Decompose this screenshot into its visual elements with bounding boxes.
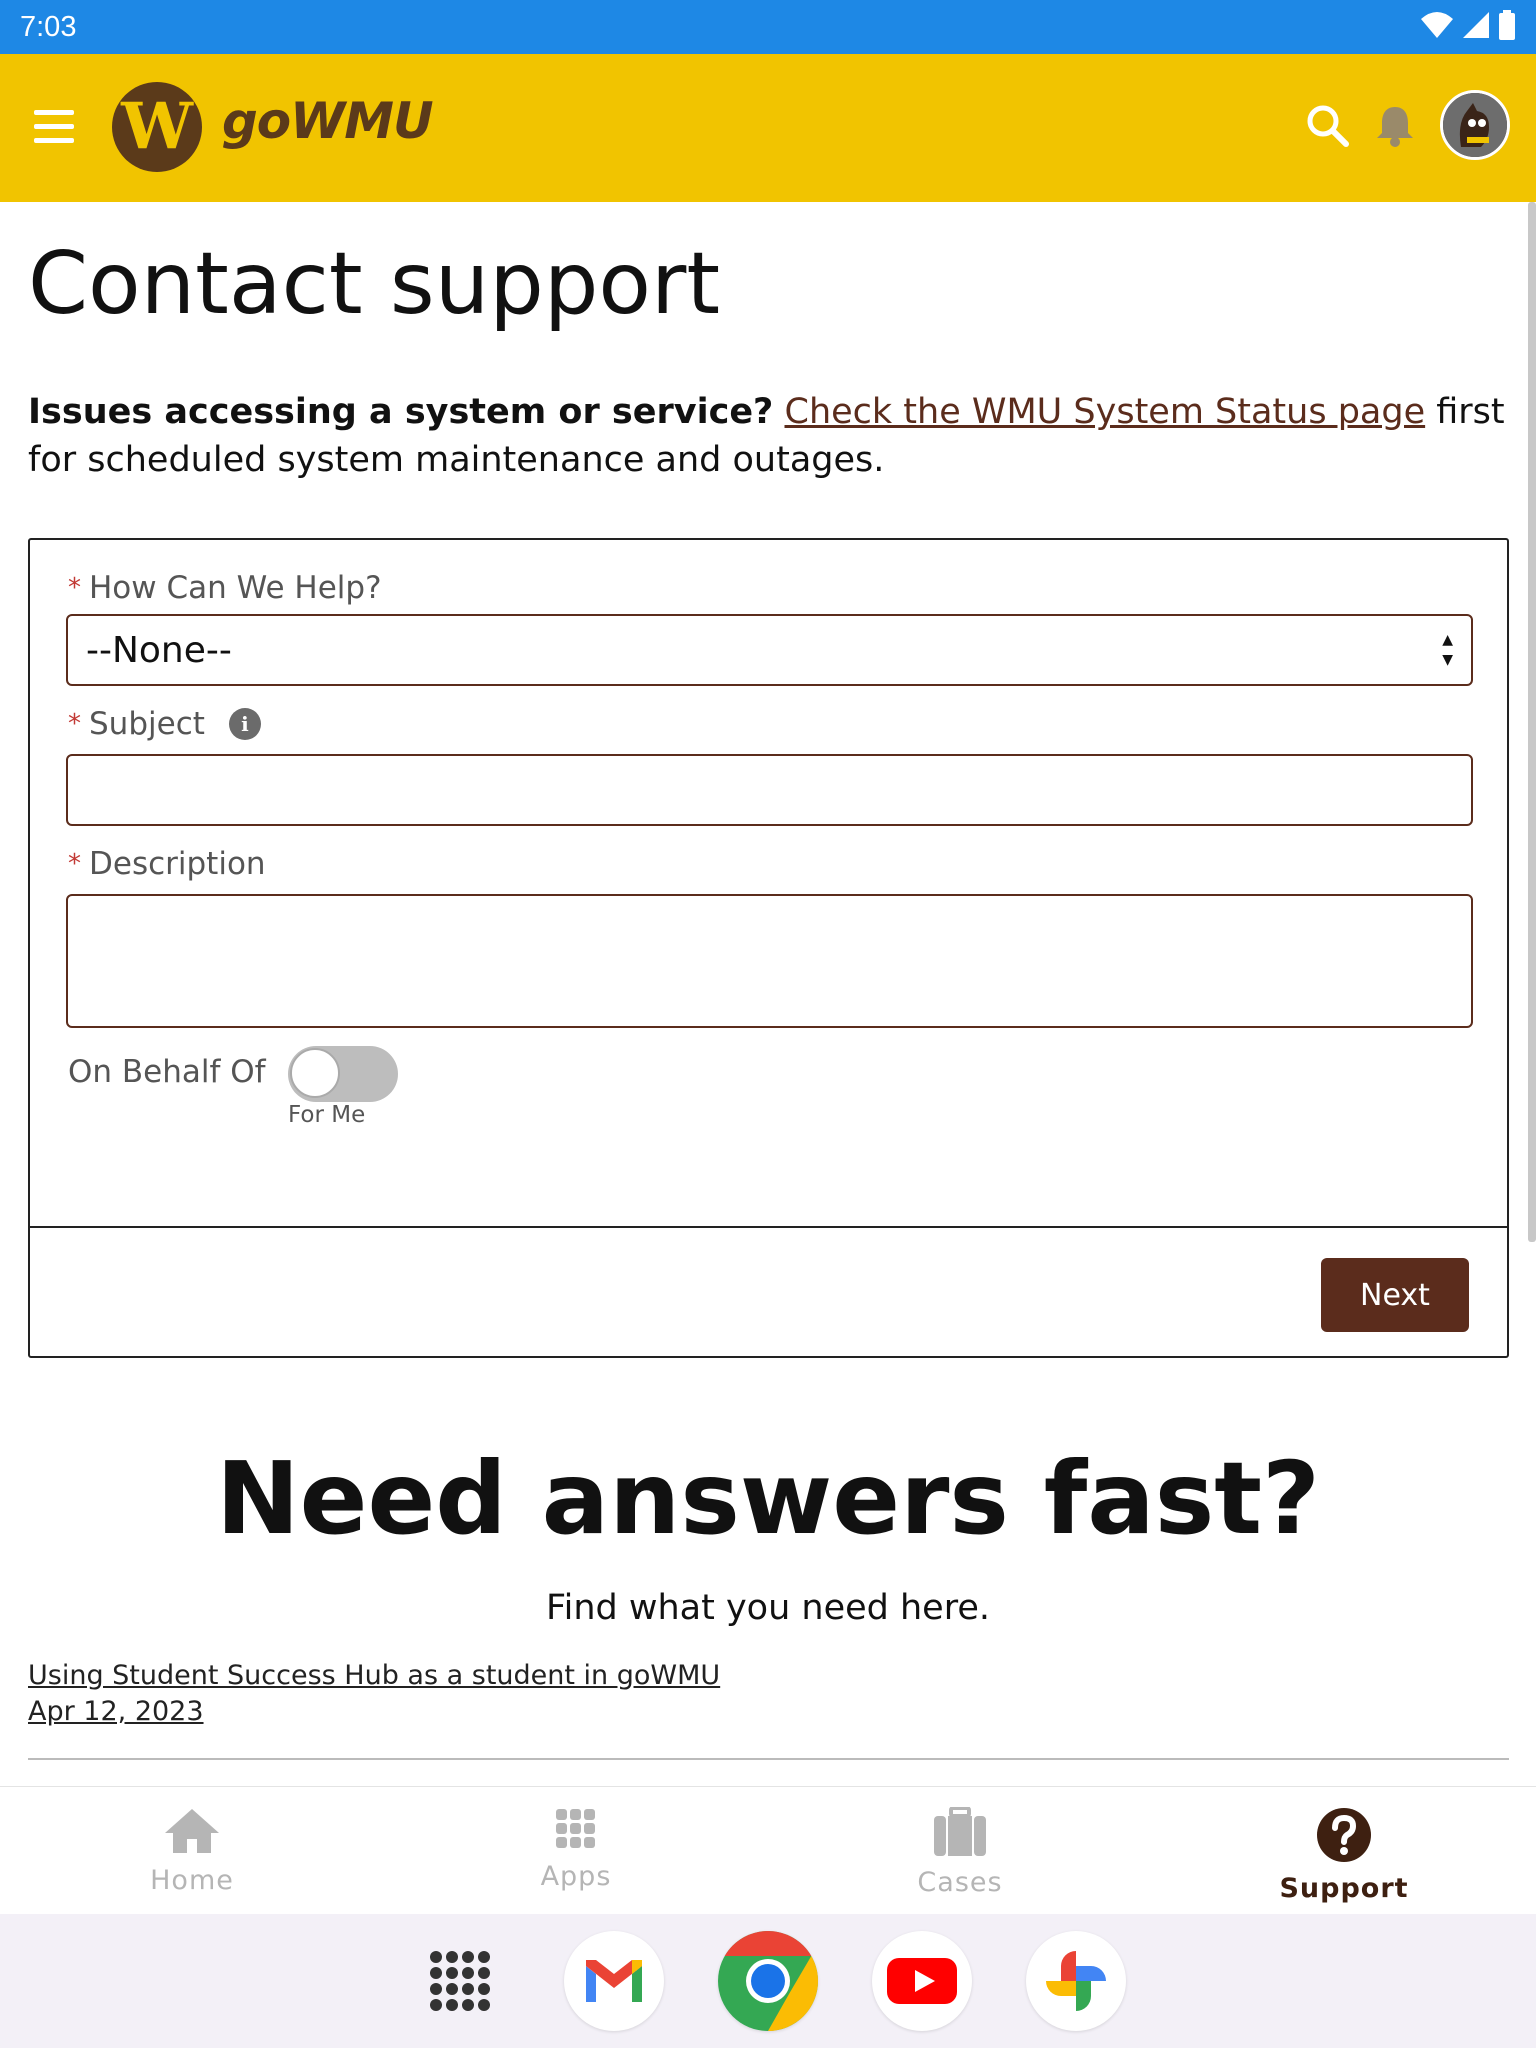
wmu-logo[interactable]: W [112,82,202,172]
required-marker: * [68,849,81,879]
description-field-label: * Description [68,846,266,882]
hamburger-menu-icon[interactable] [34,110,74,144]
app-header: W goWMU [0,54,1536,202]
intro-text: Issues accessing a system or service? Ch… [28,388,1508,484]
article-link[interactable]: Using Student Success Hub as a student i… [28,1660,720,1691]
main-content: Contact support Issues accessing a syste… [0,202,1526,1786]
contact-form: * How Can We Help? --None-- ▲ ▼ * Subject… [28,538,1509,1358]
subject-field-label: * Subject i [68,706,261,742]
help-circle-icon [1316,1807,1372,1867]
bottom-tab-bar: Home Apps Cases Support [0,1786,1536,1914]
tab-label: Home [150,1865,234,1896]
status-icons [1420,10,1516,44]
answers-title: Need answers fast? [215,1440,1321,1557]
search-icon[interactable] [1304,102,1350,148]
toggle-knob [290,1048,340,1098]
system-status-link[interactable]: Check the WMU System Status page [785,392,1426,432]
select-arrows-icon: ▲ ▼ [1442,632,1453,668]
status-time: 7:03 [20,10,77,43]
page-title: Contact support [28,234,721,334]
logo-letter: W [121,89,193,164]
briefcase-icon [932,1806,988,1861]
tab-label: Apps [540,1861,612,1892]
answers-subtitle: Find what you need here. [546,1588,990,1628]
home-icon [163,1807,221,1859]
description-label-text: Description [89,846,266,882]
status-bar: 7:03 [0,0,1536,54]
tab-support[interactable]: Support [1152,1787,1536,1914]
signal-icon [1462,11,1490,43]
help-select[interactable]: --None-- ▲ ▼ [66,614,1473,686]
info-icon[interactable]: i [228,708,261,740]
toggle-caption: For Me [288,1102,366,1128]
apps-grid-icon [554,1807,598,1855]
screen: 7:03 W goWMU Contact support Issues acce… [0,0,1536,2048]
help-selected-value: --None-- [86,629,232,671]
battery-icon [1498,10,1516,44]
wifi-icon [1420,11,1454,43]
gmail-icon[interactable] [564,1931,664,2031]
youtube-icon[interactable] [872,1931,972,2031]
description-textarea[interactable] [66,894,1473,1028]
required-marker: * [68,573,81,603]
next-button[interactable]: Next [1321,1258,1469,1332]
help-label-text: How Can We Help? [89,570,382,606]
intro-rest-1: first [1425,392,1505,432]
android-dock [0,1914,1536,2048]
tab-label: Cases [917,1867,1003,1898]
required-marker: * [68,709,81,739]
help-field-label: * How Can We Help? [68,570,382,606]
tab-cases[interactable]: Cases [768,1787,1152,1914]
intro-rest-2: for scheduled system maintenance and out… [28,440,885,480]
header-actions [1304,90,1510,160]
behalf-toggle[interactable] [288,1046,398,1102]
subject-label-text: Subject [89,706,205,742]
tab-apps[interactable]: Apps [384,1787,768,1914]
avatar[interactable] [1440,90,1510,160]
app-drawer-icon[interactable] [410,1931,510,2031]
chrome-icon[interactable] [718,1931,818,2031]
card-divider [30,1226,1507,1228]
tab-label: Support [1279,1873,1409,1904]
photos-icon[interactable] [1026,1931,1126,2031]
content-divider [28,1758,1509,1760]
subject-input[interactable] [66,754,1473,826]
intro-bold: Issues accessing a system or service? [28,392,774,432]
article-date[interactable]: Apr 12, 2023 [28,1696,204,1727]
scrollbar[interactable] [1528,202,1536,1242]
bell-icon[interactable] [1372,102,1418,148]
tab-home[interactable]: Home [0,1787,384,1914]
brand-name: goWMU [222,92,434,150]
behalf-label: On Behalf Of [68,1054,266,1090]
